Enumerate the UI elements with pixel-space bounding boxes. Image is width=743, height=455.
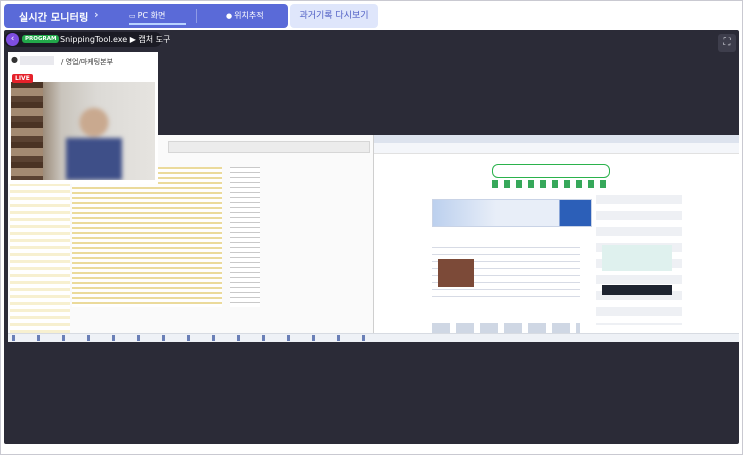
sidebar-ad: [602, 245, 672, 271]
person-icon: ●: [226, 12, 233, 20]
tab-pc-screen-label: PC 화면: [137, 11, 166, 20]
tab-location-tracking[interactable]: ● 위치추적: [226, 10, 264, 21]
sidebar-banner: [602, 285, 672, 295]
expand-icon[interactable]: ⛶: [718, 34, 736, 52]
program-indicator: ‹ PROGRAM SnippingTool.exe ▶ 캡처 도구: [4, 32, 170, 47]
browser-tabs: [374, 135, 739, 143]
user-icon: ●: [11, 55, 18, 64]
history-replay-button[interactable]: 과거기록 다시보기: [290, 4, 378, 28]
portal-shortcut-icons: [492, 180, 608, 188]
ad-banner: [432, 199, 592, 227]
windows-taskbar: [8, 333, 739, 342]
folder-tree: [10, 183, 70, 333]
program-name: SnippingTool.exe ▶ 캡처 도구: [60, 35, 171, 44]
file-list: [72, 167, 222, 307]
user-name-redacted: [20, 56, 54, 65]
taskbar-apps: [12, 335, 372, 341]
chevron-left-icon[interactable]: ‹: [6, 33, 19, 46]
user-info-row: ● / 영업/마케팅본부: [8, 52, 158, 70]
tab-realtime-monitoring[interactable]: 실시간 모니터링: [19, 9, 88, 24]
tab-pc-screen[interactable]: ▭ PC 화면: [129, 10, 186, 25]
user-department: / 영업/마케팅본부: [61, 58, 114, 66]
live-badge: LIVE: [12, 74, 33, 83]
portal-search-box: [492, 164, 610, 178]
chevron-right-icon: ›: [94, 8, 99, 21]
tab-location-tracking-label: 위치추적: [234, 11, 264, 20]
blurred-person: [66, 100, 122, 180]
bookshelf-background: [11, 82, 43, 180]
active-tab-underline: [129, 23, 186, 25]
news-thumbnail: [438, 259, 474, 287]
webcam-image: [11, 82, 155, 180]
explorer-address-bar: [168, 141, 370, 153]
browser-address-bar: [374, 143, 739, 154]
browser-window: [374, 135, 739, 335]
webcam-preview[interactable]: LIVE: [8, 70, 158, 184]
monitor-icon: ▭: [129, 12, 136, 20]
nav-divider: [196, 9, 197, 23]
monitoring-nav: 실시간 모니터링 › ▭ PC 화면 ● 위치추적: [4, 4, 288, 28]
program-badge: PROGRAM: [22, 35, 60, 43]
file-size-column: [230, 167, 260, 307]
